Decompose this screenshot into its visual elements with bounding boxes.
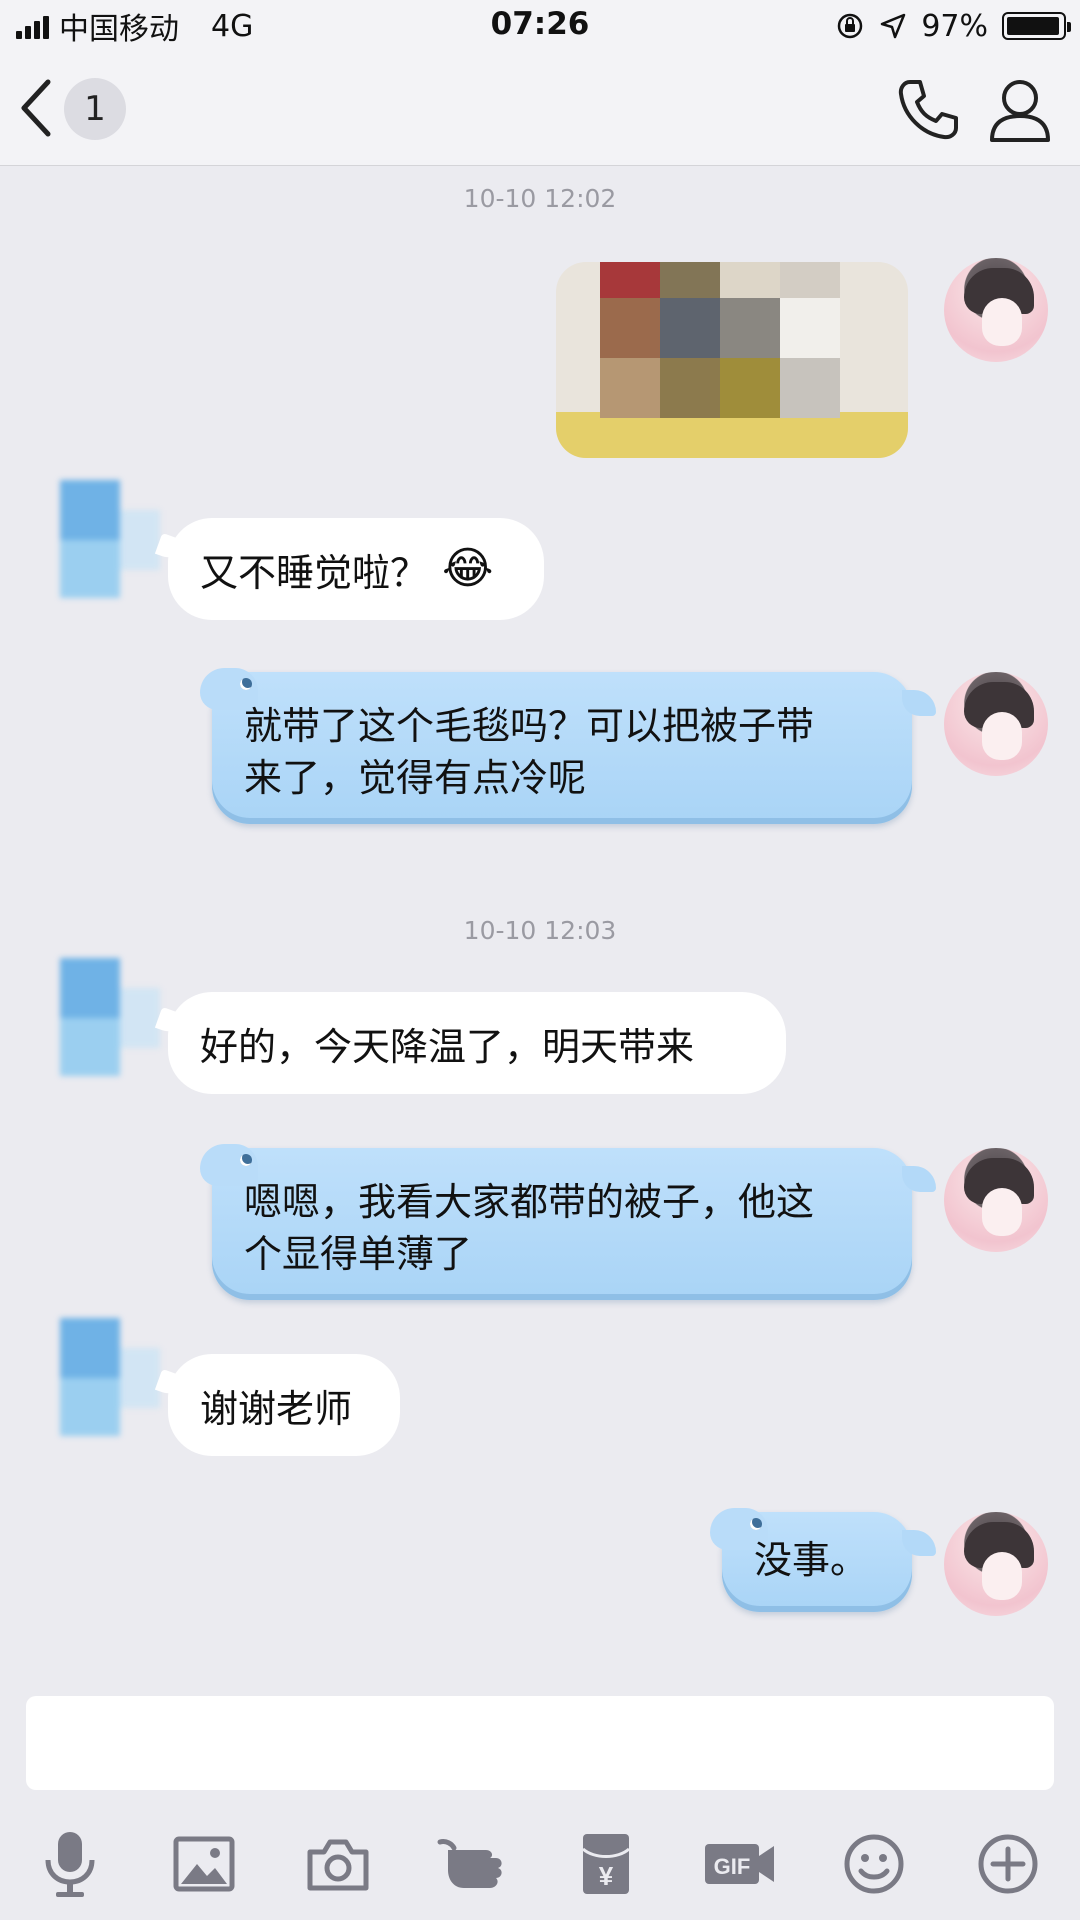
emoji-icon: [844, 1834, 904, 1894]
image-icon: [173, 1836, 235, 1892]
battery-percent: 97%: [921, 8, 988, 44]
profile-button[interactable]: [984, 74, 1056, 146]
contact-avatar[interactable]: [40, 480, 160, 600]
orientation-lock-icon: [838, 13, 863, 39]
poke-icon: [437, 1839, 502, 1888]
poke-button[interactable]: [432, 1824, 512, 1904]
red-packet-icon: ¥: [581, 1834, 631, 1894]
message-bubble[interactable]: 嗯嗯，我看大家都带的被子，他这 个显得单薄了: [200, 1144, 936, 1300]
message-text: 又不睡觉啦？: [200, 550, 429, 595]
my-avatar[interactable]: [944, 1148, 1048, 1252]
back-button[interactable]: 1: [16, 76, 126, 140]
battery-icon: [1002, 12, 1071, 40]
emoji-button[interactable]: [834, 1824, 914, 1904]
my-avatar[interactable]: [944, 1512, 1048, 1616]
more-button[interactable]: [968, 1824, 1048, 1904]
unread-count-badge: 1: [64, 78, 126, 140]
tears-of-joy-emoji-icon: 😂: [442, 543, 494, 594]
message-text: 就带了这个毛毯吗？可以把被子带 来了，觉得有点冷呢: [244, 704, 815, 800]
my-avatar[interactable]: [944, 672, 1048, 776]
input-toolbar: ¥ GIF: [0, 1810, 1080, 1920]
location-icon: [881, 13, 906, 39]
message-text: 嗯嗯，我看大家都带的被子，他这 个显得单薄了: [244, 1180, 815, 1276]
chat-header: 1: [0, 52, 1080, 166]
contact-avatar[interactable]: [40, 958, 160, 1078]
message-timestamp: 10-10 12:02: [463, 184, 617, 213]
message-text: 谢谢老师: [200, 1386, 353, 1431]
message-text: 好的，今天降温了，明天带来: [200, 1024, 695, 1069]
svg-text:GIF: GIF: [714, 1854, 751, 1879]
phone-icon: [898, 80, 958, 140]
gif-icon: GIF: [705, 1844, 774, 1884]
message-bubble[interactable]: 就带了这个毛毯吗？可以把被子带 来了，觉得有点冷呢: [200, 668, 936, 824]
voice-button[interactable]: [30, 1824, 110, 1904]
status-bar: 中国移动 4G 07:26 97%: [0, 0, 1080, 52]
message-timestamp: 10-10 12:03: [463, 916, 617, 945]
gif-button[interactable]: GIF: [700, 1824, 780, 1904]
camera-icon: [307, 1839, 369, 1891]
image-message[interactable]: [556, 262, 908, 458]
message-text: 没事。: [754, 1538, 869, 1582]
svg-text:¥: ¥: [599, 1861, 614, 1891]
message-bubble[interactable]: 又不睡觉啦？ 😂: [168, 518, 544, 620]
camera-button[interactable]: [298, 1824, 378, 1904]
microphone-icon: [45, 1832, 95, 1897]
message-bubble[interactable]: 谢谢老师: [168, 1354, 400, 1456]
message-bubble[interactable]: 没事。: [710, 1508, 936, 1612]
voice-call-button[interactable]: [892, 74, 964, 146]
photo-button[interactable]: [164, 1824, 244, 1904]
message-bubble[interactable]: 好的，今天降温了，明天带来: [168, 992, 786, 1094]
chevron-left-icon: [21, 79, 51, 137]
message-input[interactable]: [26, 1696, 1054, 1790]
contact-avatar[interactable]: [40, 1318, 160, 1438]
plus-icon: [978, 1834, 1038, 1894]
person-icon: [990, 80, 1050, 142]
my-avatar[interactable]: [944, 258, 1048, 362]
red-packet-button[interactable]: ¥: [566, 1824, 646, 1904]
